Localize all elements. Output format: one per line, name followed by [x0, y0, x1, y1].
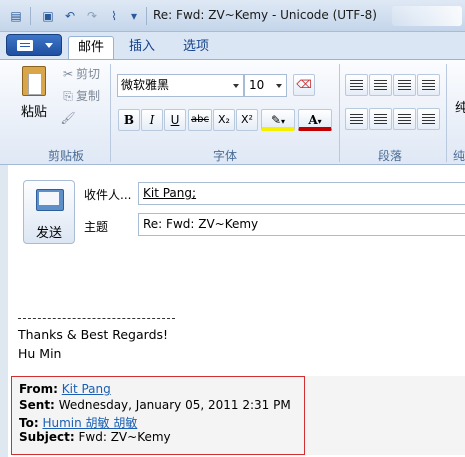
- align-right-button[interactable]: [393, 108, 416, 130]
- format-painter-button[interactable]: 🖌: [60, 109, 76, 127]
- bullet-list-button[interactable]: [369, 74, 392, 96]
- to-key: To:: [19, 416, 39, 430]
- font-color-label: A: [308, 113, 318, 127]
- highlight-button[interactable]: ✎▾: [261, 109, 295, 131]
- paragraph-group-label: 段落: [377, 149, 402, 163]
- numbered-list-icon: [350, 80, 363, 81]
- chevron-down-icon: [233, 84, 239, 88]
- subscript-button[interactable]: X₂: [213, 109, 235, 131]
- clipboard-group-label: 剪贴板: [47, 149, 84, 163]
- from-line: From: Kit Pang: [19, 382, 111, 396]
- redo-icon[interactable]: ↷: [84, 8, 100, 24]
- copy-button[interactable]: ⎘ 复制: [60, 87, 100, 105]
- cut-button[interactable]: ✂ 剪切: [60, 65, 100, 83]
- to-link[interactable]: Humin 胡敏 胡敏: [42, 416, 137, 430]
- align-left-button[interactable]: [345, 108, 368, 130]
- to-line: To: Humin 胡敏 胡敏: [19, 414, 137, 431]
- italic-button[interactable]: I: [141, 109, 163, 131]
- font-name-combo[interactable]: 微软雅黑: [117, 74, 244, 97]
- align-left-icon: [350, 114, 363, 115]
- format-painter-icon: 🖌: [60, 111, 76, 125]
- decrease-indent-button[interactable]: [393, 74, 416, 96]
- align-center-button[interactable]: [369, 108, 392, 130]
- customize-toolbar-icon[interactable]: ▾: [126, 8, 142, 24]
- paste-label: 粘贴: [20, 105, 47, 120]
- separator: [339, 64, 340, 162]
- from-key: From:: [19, 382, 58, 396]
- undo-icon[interactable]: ↶: [62, 8, 78, 24]
- subject-key: Subject:: [19, 430, 75, 444]
- increase-indent-button[interactable]: [417, 74, 440, 96]
- scissors-icon: ✂: [62, 67, 74, 81]
- plain-text-button[interactable]: 纯: [455, 100, 465, 118]
- tab-options[interactable]: 选项: [172, 36, 220, 60]
- justify-button[interactable]: [417, 108, 440, 130]
- office-menu-button[interactable]: [6, 34, 62, 56]
- tab-mail[interactable]: 邮件: [68, 36, 114, 60]
- tab-insert[interactable]: 插入: [118, 36, 166, 60]
- font-size-combo[interactable]: 10: [244, 74, 287, 97]
- window-controls-blur: [392, 6, 462, 26]
- to-button[interactable]: 收件人...: [84, 186, 131, 203]
- subject-line: Subject: Fwd: ZV~Kemy: [19, 430, 171, 444]
- font-name-value: 微软雅黑: [121, 78, 170, 92]
- window-title: Re: Fwd: ZV~Kemy - Unicode (UTF-8): [153, 8, 377, 22]
- sent-key: Sent:: [19, 398, 55, 412]
- cut-label: 剪切: [76, 67, 101, 81]
- save-icon[interactable]: ▣: [40, 8, 56, 24]
- separator: [110, 64, 111, 162]
- chevron-down-icon: [45, 43, 53, 48]
- copy-label: 复制: [76, 89, 101, 103]
- outdent-icon: [398, 80, 411, 81]
- send-label: 发送: [35, 226, 62, 241]
- separator: [446, 64, 447, 162]
- sent-line: Sent: Wednesday, January 05, 2011 2:31 P…: [19, 398, 291, 412]
- from-link[interactable]: Kit Pang: [62, 382, 111, 396]
- numbered-list-button[interactable]: [345, 74, 368, 96]
- chevron-down-icon: [276, 84, 282, 88]
- send-icon: [36, 189, 64, 211]
- strikethrough-button[interactable]: abc: [188, 109, 212, 131]
- to-field[interactable]: Kit Pang;: [138, 182, 465, 205]
- sent-value: Wednesday, January 05, 2011 2:31 PM: [58, 398, 291, 412]
- outlook-app-icon[interactable]: ▤: [8, 8, 24, 24]
- recipient-chip[interactable]: Kit Pang;: [143, 186, 196, 200]
- signature-separator: [18, 318, 175, 319]
- quoted-header-background: [305, 376, 465, 455]
- indent-icon: [422, 80, 435, 81]
- align-center-icon: [374, 114, 387, 115]
- partial-group-label: 纯: [452, 149, 465, 163]
- left-edge: [0, 165, 8, 457]
- regards-text: Thanks & Best Regards!: [18, 327, 169, 342]
- clear-formatting-button[interactable]: ⌫: [293, 74, 315, 96]
- subject-value: Fwd: ZV~Kemy: [78, 430, 171, 444]
- underline-button[interactable]: U: [164, 109, 186, 131]
- separator: [146, 7, 147, 25]
- signature-name: Hu Min: [18, 346, 62, 361]
- attach-icon[interactable]: ⌇: [106, 8, 122, 24]
- subject-field[interactable]: Re: Fwd: ZV~Kemy: [138, 213, 465, 236]
- subject-label: 主题: [84, 220, 109, 234]
- font-size-value: 10: [249, 78, 265, 92]
- font-color-button[interactable]: A▾: [298, 109, 332, 131]
- bullet-list-icon: [374, 80, 387, 81]
- align-right-icon: [398, 114, 411, 115]
- separator: [30, 7, 31, 25]
- title-bar: ▤ ▣ ↶ ↷ ⌇ ▾ Re: Fwd: ZV~Kemy - Unicode (…: [0, 0, 465, 32]
- quoted-header-box: From: Kit Pang Sent: Wednesday, January …: [11, 376, 305, 455]
- copy-icon: ⎘: [63, 89, 73, 103]
- highlighter-icon: ✎: [270, 113, 282, 127]
- send-button[interactable]: 发送: [23, 180, 75, 244]
- eraser-icon: ⌫: [296, 78, 312, 91]
- menu-icon: [17, 40, 33, 51]
- clipboard-icon: [22, 66, 46, 96]
- font-group-label: 字体: [212, 149, 237, 163]
- justify-icon: [422, 114, 435, 115]
- paste-button[interactable]: 粘贴: [18, 64, 54, 124]
- bold-button[interactable]: B: [118, 109, 140, 131]
- superscript-button[interactable]: X²: [236, 109, 258, 131]
